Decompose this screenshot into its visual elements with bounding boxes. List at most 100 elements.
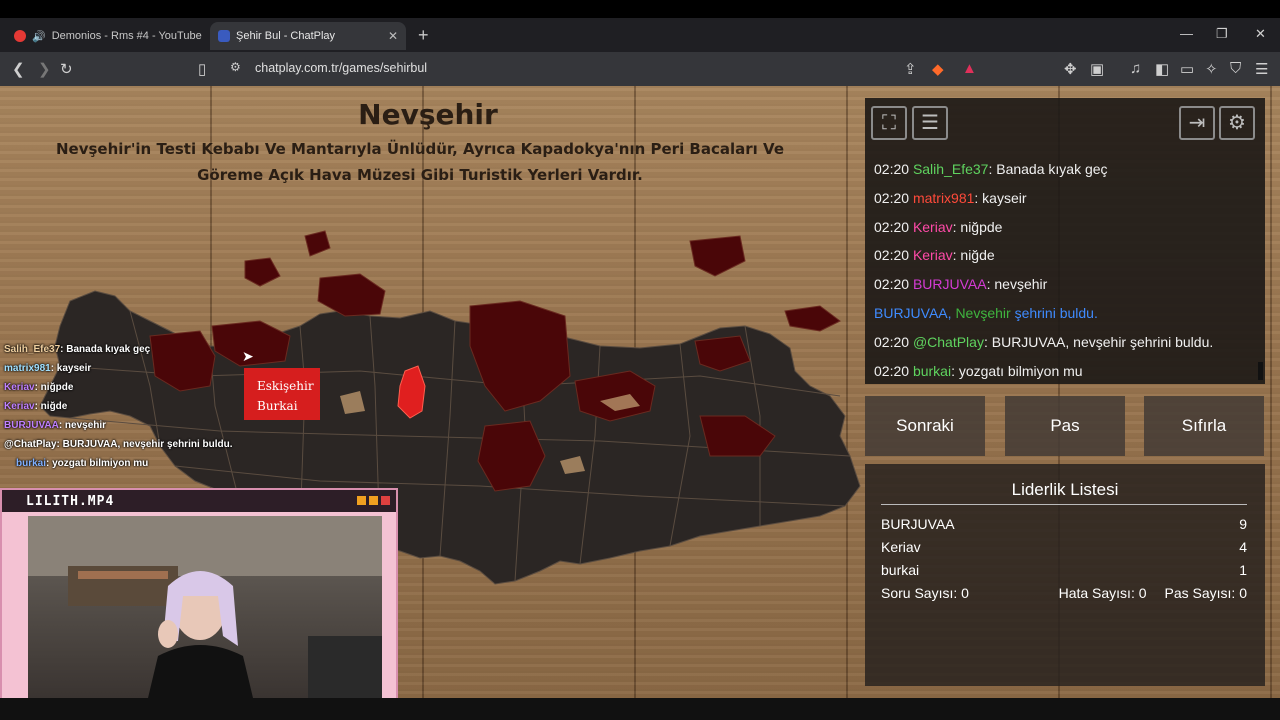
description-line-2: Göreme Açık Hava Müzesi Gibi Turistik Ye… xyxy=(197,166,643,184)
chat-text: şehrini buldu. xyxy=(1010,305,1098,321)
wallet-icon[interactable]: ▭ xyxy=(1180,60,1194,78)
chat-text: : nevşehir xyxy=(986,276,1048,292)
chat-user: Salih_Efe37 xyxy=(912,161,989,177)
chat-time: 02:20 xyxy=(874,363,910,379)
leaderboard-title: Liderlik Listesi xyxy=(1011,480,1119,499)
chat-time: 02:20 xyxy=(874,247,910,263)
chat-user: burkai xyxy=(912,363,952,379)
overlay-chat-row: Keriav: niğde xyxy=(4,401,254,420)
overlay-chat-user: @ChatPlay xyxy=(4,439,57,450)
browser-toolbar: ❮ ❯ ↻ ▯ ⚙ chatplay.com.tr/games/sehirbul… xyxy=(0,52,1280,86)
new-tab-button[interactable]: + xyxy=(418,25,429,46)
overlay-chat-user: burkai xyxy=(16,458,47,469)
chat-user: @ChatPlay xyxy=(912,334,984,350)
pass-count: Pas Sayısı: 0 xyxy=(1164,585,1247,601)
chat-message: 02:20 Salih_Efe37: Banada kıyak geç xyxy=(874,161,1108,177)
overlay-chat-row: burkai: yozgatı bilmiyon mu xyxy=(4,458,254,477)
chat-text: : niğde xyxy=(952,247,995,263)
fullscreen-icon[interactable]: ⛶ xyxy=(871,106,907,140)
reset-button[interactable]: Sıfırla xyxy=(1144,396,1264,456)
chat-city: Nevşehir xyxy=(955,305,1011,321)
tooltip-city: Eskişehir xyxy=(257,379,314,393)
site-settings-icon[interactable]: ⚙ xyxy=(230,60,241,74)
error-count: Hata Sayısı: 0 xyxy=(1058,585,1147,601)
window-close-icon[interactable]: ✕ xyxy=(1255,26,1266,42)
chat-time: 02:20 xyxy=(874,190,910,206)
game-page: Nevşehir Nevşehir'in Testi Kebabı Ve Man… xyxy=(0,86,1280,698)
brave-shield-icon[interactable]: ◆ xyxy=(932,60,944,78)
share-icon[interactable]: ⇪ xyxy=(904,60,917,78)
sidebar-icon[interactable]: ◧ xyxy=(1155,60,1169,78)
forward-icon[interactable]: ❯ xyxy=(38,60,51,78)
next-button[interactable]: Sonraki xyxy=(865,396,985,456)
overlay-chat-text: : Banada kıyak geç xyxy=(60,344,151,355)
city-title: Nevşehir xyxy=(358,98,498,131)
minimize-icon[interactable]: — xyxy=(1180,26,1193,41)
chat-message: 02:20 matrix981: kayseir xyxy=(874,190,1027,206)
tab-youtube[interactable]: 🔊 Demonios - Rms #4 - YouTube M xyxy=(6,22,202,50)
chat-message: 02:20 burkai: yozgatı bilmiyon mu xyxy=(874,363,1083,379)
tab-chatplay[interactable]: Şehir Bul - ChatPlay ✕ xyxy=(210,22,406,50)
extensions-icon[interactable]: ✥ xyxy=(1064,60,1077,78)
rewards-icon[interactable]: ▲ xyxy=(962,60,977,77)
chat-message: 02:20 Keriav: niğpde xyxy=(874,219,1002,235)
player-score: 1 xyxy=(1239,562,1247,578)
menu-icon[interactable]: ☰ xyxy=(1255,60,1268,78)
tooltip-user: Burkai xyxy=(257,399,298,413)
leo-icon[interactable]: ✧ xyxy=(1205,60,1218,78)
chatplay-favicon-icon xyxy=(218,30,230,42)
chat-system-message: BURJUVAA, Nevşehir şehrini buldu. xyxy=(874,305,1098,321)
overlay-chat-user: Keriav xyxy=(4,382,35,393)
question-count: Soru Sayısı: 0 xyxy=(881,585,969,601)
description-line-1: Nevşehir'in Testi Kebabı Ve Mantarıyla Ü… xyxy=(56,140,784,158)
player-score: 9 xyxy=(1239,516,1247,532)
pass-button[interactable]: Pas xyxy=(1005,396,1125,456)
chat-time: 02:20 xyxy=(874,276,910,292)
chat-panel: ⛶ ☰ ⇥ ⚙ 02:20 Salih_Efe37: Banada kıyak … xyxy=(865,98,1265,384)
chat-user: Keriav xyxy=(912,247,953,263)
overlay-chat-text: : nevşehir xyxy=(58,420,107,431)
region-tooltip: Eskişehir Burkai xyxy=(244,368,320,420)
reload-icon[interactable]: ↻ xyxy=(60,60,73,78)
chat-time: 02:20 xyxy=(874,161,910,177)
address-bar[interactable]: chatplay.com.tr/games/sehirbul xyxy=(255,61,427,75)
notes-icon[interactable]: ☰ xyxy=(912,106,948,140)
settings-gear-icon[interactable]: ⚙ xyxy=(1219,106,1255,140)
chat-user: matrix981 xyxy=(912,190,975,206)
player-score: 4 xyxy=(1239,539,1247,555)
overlay-chat-text: : yozgatı bilmiyon mu xyxy=(46,458,149,469)
chat-scrollbar[interactable] xyxy=(1258,362,1263,380)
leaderboard: Liderlik Listesi BURJUVAA 9 Keriav 4 burka… xyxy=(865,464,1265,686)
back-icon[interactable]: ❮ xyxy=(12,60,25,78)
overlay-chat-text: : kayseir xyxy=(50,363,92,374)
overlay-chat-row: BURJUVAA: nevşehir xyxy=(4,420,254,439)
tab-title: Demonios - Rms #4 - YouTube M xyxy=(51,30,202,42)
audio-playing-icon[interactable]: 🔊 xyxy=(32,30,46,43)
stats-row: Soru Sayısı: 0 Hata Sayısı: 0 Pas Sayısı… xyxy=(881,585,1247,601)
exit-icon[interactable]: ⇥ xyxy=(1179,106,1215,140)
vpn-icon[interactable]: ⛉ xyxy=(1230,60,1241,77)
chat-time: 02:20 xyxy=(874,219,910,235)
player-name: BURJUVAA xyxy=(881,516,955,532)
overlay-chat-row: Keriav: niğpde xyxy=(4,382,254,401)
close-tab-icon[interactable]: ✕ xyxy=(384,29,402,43)
browser-tab-strip: 🔊 Demonios - Rms #4 - YouTube M Şehir Bu… xyxy=(0,18,1280,52)
screenshot-icon[interactable]: ▣ xyxy=(1090,60,1104,78)
cam-close-icon xyxy=(381,496,390,505)
divider xyxy=(881,504,1247,505)
chat-text: : niğpde xyxy=(952,219,1003,235)
chat-user: BURJUVAA, xyxy=(874,305,952,321)
bottom-strip xyxy=(0,698,1280,720)
chat-message: 02:20 BURJUVAA: nevşehir xyxy=(874,276,1047,292)
overlay-chat-text: : niğde xyxy=(34,401,68,412)
camera-feed-image xyxy=(28,516,382,698)
chat-message: 02:20 @ChatPlay: BURJUVAA, nevşehir şehr… xyxy=(874,334,1213,350)
restore-icon[interactable]: ❐ xyxy=(1216,26,1228,42)
music-icon[interactable]: ♫ xyxy=(1130,60,1141,77)
overlay-chat-user: BURJUVAA xyxy=(4,420,59,431)
overlay-chat-row: @ChatPlay: BURJUVAA, nevşehir şehrini bu… xyxy=(4,439,254,458)
player-name: burkai xyxy=(881,562,920,578)
overlay-chat-user: Keriav xyxy=(4,401,35,412)
bookmark-icon[interactable]: ▯ xyxy=(198,60,206,78)
chat-user: Keriav xyxy=(912,219,953,235)
